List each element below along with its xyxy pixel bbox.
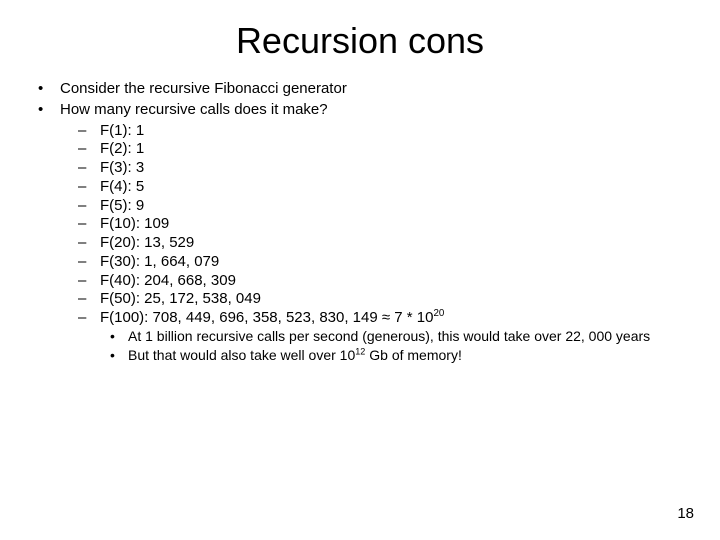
bullet-dash-icon: – (78, 159, 100, 178)
bullet-dash-icon: – (78, 197, 100, 216)
bullet-dash-icon: – (78, 309, 100, 328)
bullet-text: F(30): 1, 664, 079 (100, 253, 219, 272)
bullet-level2: – F(50): 25, 172, 538, 049 (78, 290, 682, 309)
bullet-dash-icon: – (78, 178, 100, 197)
note2-suffix: Gb of memory! (365, 347, 461, 363)
bullet-text: F(40): 204, 668, 309 (100, 272, 236, 291)
bullet-dash-icon: – (78, 215, 100, 234)
bullet-level1: • Consider the recursive Fibonacci gener… (38, 80, 682, 99)
bullet-level2: – F(30): 1, 664, 079 (78, 253, 682, 272)
bullet-text: F(20): 13, 529 (100, 234, 194, 253)
note2-exponent: 12 (355, 347, 365, 357)
bullet-level1: • How many recursive calls does it make? (38, 101, 682, 120)
bullet-level2: – F(20): 13, 529 (78, 234, 682, 253)
bullet-dot-icon: • (38, 80, 60, 99)
bullet-text: F(10): 109 (100, 215, 169, 234)
bullet-text: F(50): 25, 172, 538, 049 (100, 290, 261, 309)
bullet-text: F(5): 9 (100, 197, 144, 216)
bullet-dash-icon: – (78, 234, 100, 253)
note2-prefix: But that would also take well over 10 (128, 347, 355, 363)
page-number: 18 (677, 505, 694, 522)
bullet-text: At 1 billion recursive calls per second … (128, 328, 682, 346)
bullet-level2: – F(100): 708, 449, 696, 358, 523, 830, … (78, 309, 682, 328)
bullet-text: But that would also take well over 1012 … (128, 347, 682, 365)
bullet-dot-icon: • (38, 101, 60, 120)
bullet-text: F(3): 3 (100, 159, 144, 178)
slide: Recursion cons • Consider the recursive … (0, 0, 720, 540)
f100-text: F(100): 708, 449, 696, 358, 523, 830, 14… (100, 309, 433, 326)
bullet-text: How many recursive calls does it make? (60, 101, 328, 120)
slide-title: Recursion cons (0, 0, 720, 80)
bullet-text: F(2): 1 (100, 140, 144, 159)
bullet-dash-icon: – (78, 253, 100, 272)
bullet-text: F(1): 1 (100, 122, 144, 141)
bullet-text: F(4): 5 (100, 178, 144, 197)
bullet-level2: – F(4): 5 (78, 178, 682, 197)
bullet-dash-icon: – (78, 290, 100, 309)
bullet-level2: – F(40): 204, 668, 309 (78, 272, 682, 291)
bullet-dot-icon: • (110, 328, 128, 346)
bullet-dash-icon: – (78, 272, 100, 291)
bullet-dot-icon: • (110, 347, 128, 365)
bullet-level2: – F(5): 9 (78, 197, 682, 216)
bullet-level2: – F(1): 1 (78, 122, 682, 141)
bullet-level2: – F(3): 3 (78, 159, 682, 178)
bullet-dash-icon: – (78, 122, 100, 141)
bullet-level3: • At 1 billion recursive calls per secon… (110, 328, 682, 346)
bullet-dash-icon: – (78, 140, 100, 159)
bullet-level3: • But that would also take well over 101… (110, 347, 682, 365)
bullet-level2: – F(2): 1 (78, 140, 682, 159)
bullet-text: F(100): 708, 449, 696, 358, 523, 830, 14… (100, 309, 444, 328)
f100-exponent: 20 (433, 308, 444, 319)
slide-content: • Consider the recursive Fibonacci gener… (0, 80, 720, 365)
bullet-level2: – F(10): 109 (78, 215, 682, 234)
bullet-text: Consider the recursive Fibonacci generat… (60, 80, 347, 99)
